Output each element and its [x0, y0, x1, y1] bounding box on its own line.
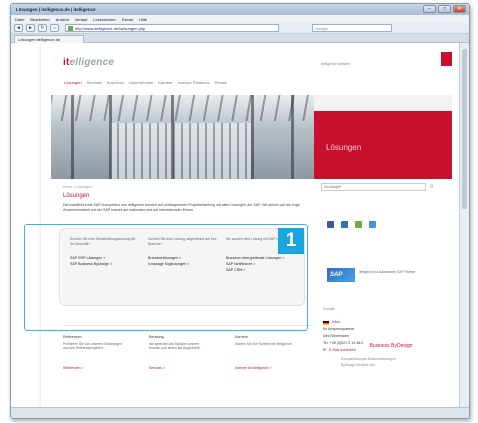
- search-placeholder: Google: [315, 25, 328, 31]
- xing-icon[interactable]: [341, 221, 348, 228]
- germany-flag-icon: [323, 320, 329, 325]
- nav-loesungen[interactable]: Lösungen: [64, 80, 82, 85]
- vertical-scrollbar[interactable]: [459, 43, 469, 409]
- teaser-title: Referenzen: [63, 335, 82, 339]
- status-bar: [11, 407, 469, 418]
- nav-karriere[interactable]: Karriere: [158, 80, 172, 85]
- teaser-text: Starten Sie Ihre Karriere bei itelligenc…: [235, 342, 293, 346]
- breadcrumb[interactable]: Home > Lösungen: [63, 185, 92, 189]
- contact-person: Dirk Riedemann: [323, 334, 349, 338]
- bydesign-title: Business ByDesign: [369, 343, 413, 349]
- home-button[interactable]: ⌂: [50, 24, 59, 32]
- tab-bar: Lösungen itelligence.de: [11, 34, 469, 43]
- itelligence-logo[interactable]: itelligence: [63, 57, 114, 68]
- teaser-text: Profitieren Sie von unseren Erfahrungen …: [63, 342, 122, 351]
- teaser-beratung: Beratung Wir sprechen die Sprache unsere…: [149, 335, 211, 370]
- menu-bar: Datei Bearbeiten Ansicht Verlauf Lesezei…: [11, 15, 469, 23]
- teaser-karriere: Karriere Starten Sie Ihre Karriere bei i…: [235, 335, 297, 370]
- reload-button[interactable]: ↻: [38, 24, 47, 32]
- facebook-icon[interactable]: [327, 221, 334, 228]
- hero-label: Lösungen: [326, 143, 362, 152]
- back-button[interactable]: ◄: [14, 24, 23, 32]
- window-controls: – □ ✕: [423, 5, 466, 13]
- teaser-referenzen: Referenzen Profitieren Sie von unseren E…: [63, 335, 125, 370]
- nav-services[interactable]: Services: [87, 80, 102, 85]
- menu-help[interactable]: Hilfe: [139, 17, 147, 22]
- nav-investor-relations[interactable]: Investor Relations: [178, 80, 210, 85]
- teaser-link[interactable]: Karriere bei itelligence >: [235, 366, 297, 370]
- sap-partner-text: itelligence ist autorisierter SAP Partne…: [359, 270, 416, 274]
- navigation-toolbar: ◄ ► ↻ ⌂ http://www.itelligence.de/loesun…: [11, 23, 469, 34]
- teaser-title: Beratung: [149, 335, 164, 339]
- search-box[interactable]: Google: [312, 24, 392, 32]
- url-text: http://www.itelligence.de/loesungen.php: [75, 25, 146, 31]
- maximize-button[interactable]: □: [438, 5, 451, 13]
- title-bar: Lösungen | itelligence.de | itelligence …: [11, 4, 469, 15]
- mail-icon: ✉: [323, 348, 327, 352]
- logo-rest: elligence: [69, 57, 115, 68]
- page-title: Lösungen: [63, 193, 90, 199]
- teaser-text: Wir sprechen die Sprache unserer Kunden …: [149, 342, 201, 351]
- main-navigation: Lösungen Services Branchen Unternehmen K…: [64, 80, 227, 85]
- worldwide-link[interactable]: itelligence weltweit: [321, 62, 350, 66]
- highlight-frame: [24, 224, 308, 331]
- sap-partner-box[interactable]: SAP itelligence ist autorisierter SAP Pa…: [321, 259, 441, 297]
- browser-window: Lösungen | itelligence.de | itelligence …: [10, 3, 470, 419]
- contact-label: Kontakt: [323, 307, 335, 311]
- hero-red-panel: Lösungen: [314, 95, 452, 179]
- social-icons: [327, 221, 376, 228]
- active-tab[interactable]: Lösungen itelligence.de: [14, 35, 84, 43]
- menu-view[interactable]: Ansicht: [56, 17, 69, 22]
- teaser-title: Karriere: [235, 335, 248, 339]
- intro-text: Die marktführende SAP-Kompetenz von itel…: [63, 203, 300, 212]
- menu-file[interactable]: Datei: [15, 17, 24, 22]
- sap-logo: SAP: [327, 268, 355, 282]
- forward-button[interactable]: ►: [26, 24, 35, 32]
- menu-bookmarks[interactable]: Lesezeichen: [93, 17, 115, 22]
- site-icon: [68, 25, 73, 31]
- callout-badge: 1: [278, 228, 304, 254]
- nav-branchen[interactable]: Branchen: [107, 80, 124, 85]
- window-title: Lösungen | itelligence.de | itelligence: [16, 7, 96, 12]
- contact-country[interactable]: Infos: [332, 319, 340, 326]
- contact-name: Ihr Ansprechpartner: [323, 327, 355, 331]
- minimize-button[interactable]: –: [423, 5, 436, 13]
- brand-square: [441, 52, 452, 66]
- teaser-link[interactable]: Referenzen >: [63, 366, 125, 370]
- scrollbar-thumb[interactable]: [462, 49, 467, 209]
- teaser-columns: Referenzen Profitieren Sie von unseren E…: [63, 335, 313, 395]
- rss-icon[interactable]: [355, 221, 362, 228]
- nav-unternehmen[interactable]: Unternehmen: [129, 80, 153, 85]
- bydesign-sub-2: ByDesign Services Info: [341, 363, 376, 367]
- menu-edit[interactable]: Bearbeiten: [30, 17, 49, 22]
- menu-history[interactable]: Verlauf: [75, 17, 87, 22]
- search-icon[interactable]: Q: [427, 183, 436, 191]
- teaser-link[interactable]: Services >: [149, 366, 211, 370]
- close-button[interactable]: ✕: [453, 5, 466, 13]
- linkedin-icon[interactable]: [369, 221, 376, 228]
- nav-presse[interactable]: Presse: [215, 80, 227, 85]
- sidebar-search-input[interactable]: Suchbegriff: [321, 183, 426, 191]
- bydesign-box[interactable]: Business ByDesign Kompaktlösungen Branch…: [341, 343, 441, 368]
- address-bar[interactable]: http://www.itelligence.de/loesungen.php: [65, 24, 279, 32]
- hero-image: [51, 95, 314, 179]
- menu-tools[interactable]: Extras: [122, 17, 133, 22]
